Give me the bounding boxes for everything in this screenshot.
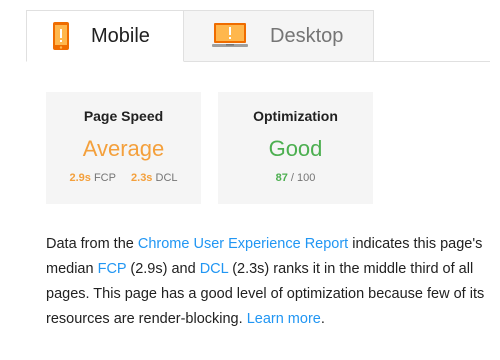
tab-mobile-label: Mobile — [91, 24, 150, 47]
page-speed-rating: Average — [82, 136, 165, 161]
optimization-title: Optimization — [253, 108, 338, 124]
page-speed-card: Page Speed Average 2.9s FCP 2.3s DCL — [46, 92, 201, 204]
tab-desktop[interactable]: Desktop — [184, 10, 374, 62]
fcp-label: FCP — [93, 172, 116, 184]
description-text: Data from the — [46, 236, 138, 252]
dcl-link[interactable]: DCL — [200, 261, 228, 277]
desktop-monitor-icon — [212, 23, 248, 49]
fcp-link[interactable]: FCP — [98, 261, 127, 277]
score-value: 87 — [275, 172, 288, 184]
page-speed-metrics: 2.9s FCP 2.3s DCL — [46, 172, 201, 184]
score-max: / 100 — [290, 172, 316, 184]
optimization-card: Optimization Good 87 / 100 — [218, 92, 373, 204]
description-text: . — [320, 311, 325, 327]
device-tabs: Mobile Desktop — [26, 0, 490, 62]
dcl-value: 2.3s — [131, 172, 153, 184]
report-description: Data from the Chrome User Experience Rep… — [46, 232, 490, 332]
fcp-value: 2.9s — [69, 172, 91, 184]
optimization-rating: Good — [268, 136, 323, 161]
optimization-score: 87 / 100 — [218, 172, 373, 184]
page-speed-title: Page Speed — [83, 108, 164, 124]
tab-mobile[interactable]: Mobile — [26, 10, 184, 62]
mobile-phone-icon — [53, 22, 69, 50]
dcl-label: DCL — [155, 172, 178, 184]
chrome-ux-report-link[interactable]: Chrome User Experience Report — [138, 236, 348, 252]
tab-desktop-label: Desktop — [270, 24, 344, 47]
learn-more-link[interactable]: Learn more — [247, 311, 321, 327]
description-text: (2.9s) and — [126, 261, 200, 277]
